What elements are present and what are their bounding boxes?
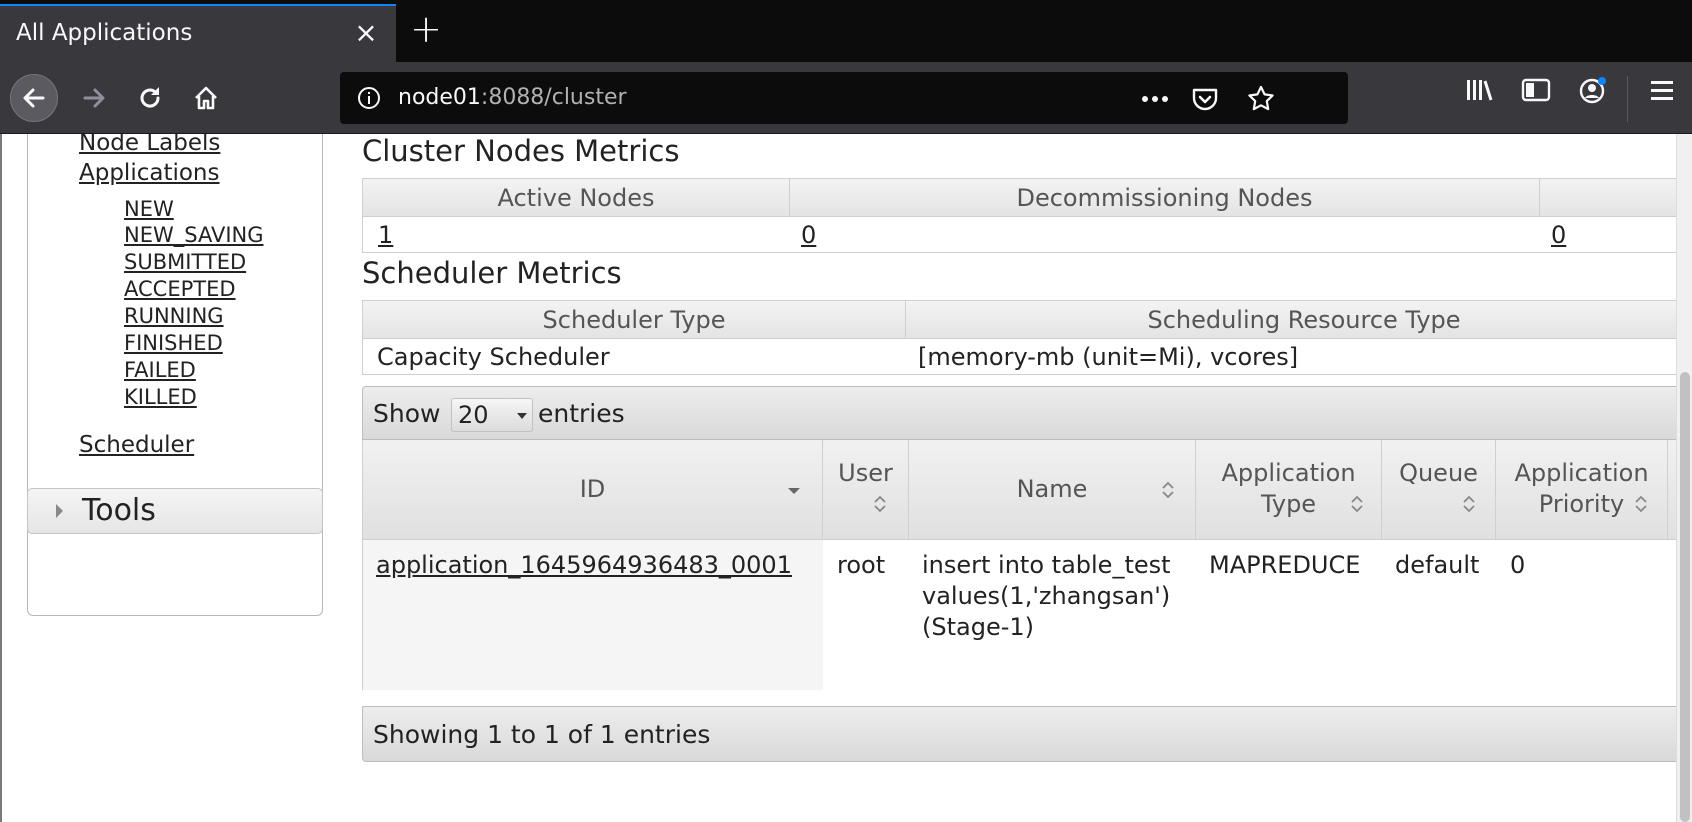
nav-toolbar: node01:8088/cluster bbox=[0, 62, 1692, 134]
plus-icon[interactable]: + bbox=[408, 10, 444, 48]
application-name-line-3: (Stage-1) bbox=[922, 613, 1035, 641]
sidebar-item-accepted[interactable]: ACCEPTED bbox=[124, 277, 236, 301]
col-scheduling-resource-type: Scheduling Resource Type bbox=[906, 301, 1692, 339]
sidebar-item-scheduler[interactable]: Scheduler bbox=[79, 432, 194, 458]
tab-all-applications[interactable]: All Applications × bbox=[0, 4, 396, 62]
cluster-nodes-metrics-title: Cluster Nodes Metrics bbox=[362, 134, 680, 168]
col-header-name-label: Name bbox=[1016, 475, 1088, 503]
table-info-bar: Showing 1 to 1 of 1 entries bbox=[362, 706, 1692, 762]
url-host: node01 bbox=[398, 85, 481, 110]
application-type: MAPREDUCE bbox=[1209, 551, 1361, 579]
sort-icon bbox=[1162, 481, 1174, 499]
col-decommissioning-nodes: Decommissioning Nodes bbox=[790, 179, 1540, 217]
back-arrow-icon bbox=[23, 88, 45, 108]
chevron-right-icon bbox=[56, 504, 63, 518]
col-header-queue-label: Queue bbox=[1399, 459, 1478, 487]
menu-icon[interactable] bbox=[1646, 76, 1678, 104]
sidebar-item-finished[interactable]: FINISHED bbox=[124, 331, 223, 355]
page-size-value: 20 bbox=[458, 401, 489, 429]
scheduler-type-value: Capacity Scheduler bbox=[377, 343, 610, 371]
home-button[interactable] bbox=[182, 74, 230, 122]
col-header-user[interactable]: User bbox=[823, 440, 909, 540]
sidebar-item-node-labels[interactable]: Node Labels bbox=[79, 134, 220, 156]
decommissioning-nodes-value[interactable]: 0 bbox=[801, 218, 816, 252]
sort-icon bbox=[874, 495, 886, 513]
pocket-icon[interactable] bbox=[1190, 85, 1220, 113]
info-icon[interactable] bbox=[356, 85, 382, 111]
col-header-application-priority-label-1: Application bbox=[1514, 459, 1649, 487]
col-decommissioned-nodes bbox=[1540, 179, 1692, 217]
toolbar-separator bbox=[1627, 76, 1628, 122]
forward-arrow-icon bbox=[83, 88, 105, 108]
application-name: insert into table_test values(1,'zhangsa… bbox=[922, 550, 1192, 643]
col-header-application-priority[interactable]: Application Priority bbox=[1496, 440, 1668, 540]
chevron-down-icon bbox=[517, 413, 527, 419]
col-header-id-label: ID bbox=[579, 475, 606, 503]
page-content: Node Labels Applications NEW NEW_SAVING … bbox=[0, 134, 1692, 822]
home-icon bbox=[195, 86, 217, 110]
sidebar-item-new[interactable]: NEW bbox=[124, 197, 174, 221]
col-header-application-type[interactable]: Application Type bbox=[1196, 440, 1382, 540]
col-header-application-type-label-1: Application bbox=[1221, 459, 1356, 487]
page-size-select[interactable]: 20 bbox=[451, 398, 533, 432]
page-border bbox=[0, 134, 2, 822]
bookmark-star-icon[interactable] bbox=[1246, 85, 1276, 113]
sort-icon bbox=[1635, 495, 1647, 513]
url-path: :8088/cluster bbox=[480, 85, 627, 110]
url-text[interactable]: node01:8088/cluster bbox=[398, 85, 627, 110]
sidebar-item-submitted[interactable]: SUBMITTED bbox=[124, 250, 246, 274]
tab-bar: All Applications × + bbox=[0, 0, 1692, 62]
application-queue: default bbox=[1395, 551, 1480, 579]
tools-section-toggle[interactable]: Tools bbox=[27, 488, 323, 534]
sidebar-item-running[interactable]: RUNNING bbox=[124, 304, 224, 328]
forward-button[interactable] bbox=[70, 74, 118, 122]
more-icon[interactable] bbox=[1140, 85, 1170, 113]
scheduling-resource-type-value: [memory-mb (unit=Mi), vcores] bbox=[918, 343, 1299, 371]
application-priority: 0 bbox=[1510, 551, 1526, 579]
col-active-nodes: Active Nodes bbox=[363, 179, 790, 217]
decommissioned-nodes-value[interactable]: 0 bbox=[1551, 218, 1566, 252]
application-name-line-2: values(1,'zhangsan') bbox=[922, 582, 1171, 610]
show-label: Show bbox=[373, 399, 441, 428]
reload-icon bbox=[140, 87, 160, 108]
application-name-line-1: insert into table_test bbox=[922, 551, 1171, 579]
scrollbar-thumb[interactable] bbox=[1680, 372, 1690, 822]
scheduler-metrics-table: Scheduler Type Scheduling Resource Type … bbox=[362, 300, 1692, 375]
sidebar-item-failed[interactable]: FAILED bbox=[124, 358, 196, 382]
sidebar-icon[interactable] bbox=[1520, 76, 1552, 104]
application-user: root bbox=[837, 551, 886, 579]
tools-label: Tools bbox=[82, 493, 156, 528]
entries-label: entries bbox=[538, 399, 625, 428]
sort-icon bbox=[1351, 495, 1363, 513]
active-nodes-value[interactable]: 1 bbox=[378, 218, 393, 252]
sidebar-item-applications[interactable]: Applications bbox=[79, 160, 220, 186]
library-icon[interactable] bbox=[1464, 76, 1496, 104]
page-scrollbar[interactable] bbox=[1676, 134, 1692, 822]
col-header-name[interactable]: Name bbox=[909, 440, 1196, 540]
tab-title: All Applications bbox=[16, 20, 193, 46]
url-bar[interactable]: node01:8088/cluster bbox=[340, 72, 1348, 124]
close-icon[interactable]: × bbox=[352, 19, 380, 48]
table-info: Showing 1 to 1 of 1 entries bbox=[373, 720, 711, 749]
scheduler-metrics-title: Scheduler Metrics bbox=[362, 256, 622, 290]
cluster-nodes-metrics-table: Active Nodes Decommissioning Nodes 1 0 0 bbox=[362, 178, 1692, 253]
sort-icon bbox=[1463, 495, 1475, 513]
table-length-bar: Show 20 entries bbox=[362, 386, 1692, 440]
sidebar-item-new-saving[interactable]: NEW_SAVING bbox=[124, 223, 264, 247]
col-header-user-label: User bbox=[838, 459, 893, 487]
col-scheduler-type: Scheduler Type bbox=[363, 301, 906, 339]
col-header-queue[interactable]: Queue bbox=[1382, 440, 1496, 540]
col-header-id[interactable]: ID bbox=[363, 440, 823, 540]
sidebar-item-killed[interactable]: KILLED bbox=[124, 385, 197, 409]
applications-table: ID User Name Application Type Queue Appl… bbox=[362, 440, 1692, 690]
sort-desc-icon bbox=[788, 488, 800, 494]
application-id-link[interactable]: application_1645964936483_0001 bbox=[376, 550, 792, 581]
account-icon[interactable] bbox=[1577, 76, 1609, 104]
back-button[interactable] bbox=[10, 74, 58, 122]
reload-button[interactable] bbox=[126, 74, 174, 122]
